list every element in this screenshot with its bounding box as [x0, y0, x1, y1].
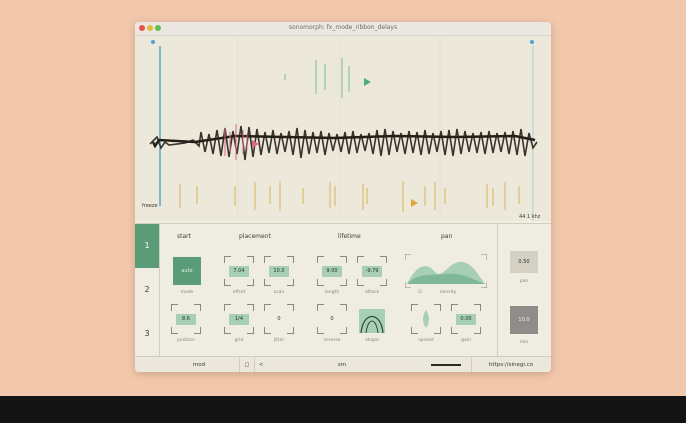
output-panel: 0.50 pan 10.0 mix: [497, 224, 551, 356]
start-marker-handle[interactable]: [151, 40, 155, 44]
scan-value: 10.0: [269, 266, 289, 277]
jitter-knob[interactable]: 0: [264, 304, 294, 334]
scroll-indicator[interactable]: [431, 357, 461, 372]
pan-label: pan: [519, 279, 529, 284]
offset-value: 7.04: [229, 266, 249, 277]
spread-knob[interactable]: [411, 304, 441, 334]
waveform-display[interactable]: freeze 44.1 khz: [135, 36, 551, 221]
attack-value: -9.79: [362, 266, 382, 277]
attack-knob[interactable]: -9.79: [357, 256, 387, 286]
layer-tabs: 1 2 3: [135, 224, 160, 356]
yellow-grain-markers: [179, 181, 520, 212]
preset-name[interactable]: sm: [267, 357, 417, 372]
density-label: density: [439, 290, 457, 295]
section-start: start: [177, 233, 191, 240]
section-lifetime: lifetime: [338, 233, 361, 240]
spread-graphic: [423, 310, 429, 328]
grid-label: grid: [234, 338, 244, 343]
tab-2[interactable]: 2: [135, 268, 159, 312]
jitter-value: 0: [277, 316, 281, 322]
sample-rate-label: 44.1 khz: [519, 214, 541, 220]
jitter-label: jitter: [273, 338, 285, 343]
controls-panel: 1 2 3 start placement lifetime pan auto …: [135, 223, 551, 356]
gain-value: 0.00: [456, 314, 476, 325]
tab-1[interactable]: 1: [135, 224, 159, 268]
position-label: position: [177, 338, 195, 343]
length-value: 9.00: [322, 266, 342, 277]
offset-knob[interactable]: 7.04: [224, 256, 254, 286]
length-label: length: [324, 290, 340, 295]
waveform-graphic: [149, 38, 538, 221]
video-bottom-bar: [0, 396, 686, 423]
shape-label: shape: [365, 338, 379, 343]
gain-label: gain: [461, 338, 471, 343]
pan-control[interactable]: 0.50: [510, 251, 538, 273]
plugin-window: sonomorph: fx_mode_ribbon_delays freeze …: [135, 22, 551, 372]
density-envelope-graphic: [404, 253, 488, 289]
grid-value: 1/4: [229, 314, 249, 325]
reverse-label: reverse: [323, 338, 341, 343]
yellow-playhead: [411, 199, 418, 207]
position-value: 8.6: [176, 314, 196, 325]
scan-knob[interactable]: 10.0: [264, 256, 294, 286]
spread-label: spread: [418, 338, 434, 343]
density-envelope[interactable]: [404, 253, 488, 289]
length-knob[interactable]: 9.00: [317, 256, 347, 286]
tab-3[interactable]: 3: [135, 312, 159, 356]
end-marker-handle[interactable]: [530, 40, 534, 44]
offset-label: offset: [232, 290, 246, 295]
green-grain-markers: [284, 58, 350, 98]
footer-bar: mod ◻ < sm https://sinegi.co: [135, 356, 551, 372]
mod-button[interactable]: mod: [159, 357, 239, 372]
mode-button[interactable]: auto: [173, 257, 201, 285]
grid-knob[interactable]: 1/4: [224, 304, 254, 334]
section-placement: placement: [239, 233, 271, 240]
website-link[interactable]: https://sinegi.co: [471, 357, 550, 372]
attack-label: attack: [364, 290, 380, 295]
title-bar: sonomorph: fx_mode_ribbon_delays: [135, 22, 551, 36]
toggle-button[interactable]: ◻: [239, 357, 255, 372]
prev-button[interactable]: <: [255, 357, 267, 372]
audio-waveform: [149, 125, 538, 161]
mode-label: mode: [180, 290, 194, 295]
position-knob[interactable]: 8.6: [171, 304, 201, 334]
mix-control[interactable]: 10.0: [510, 306, 538, 334]
scan-label: scan: [273, 290, 285, 295]
green-playhead: [364, 78, 371, 86]
section-pan: pan: [441, 233, 453, 240]
shape-selector[interactable]: [357, 305, 387, 335]
reverse-value: 0: [330, 316, 334, 322]
gain-knob[interactable]: 0.00: [451, 304, 481, 334]
shape-graphic: [359, 309, 385, 334]
freeze-label: freeze: [142, 203, 158, 209]
window-title: sonomorph: fx_mode_ribbon_delays: [288, 24, 398, 31]
reverse-knob[interactable]: 0: [317, 304, 347, 334]
scroll-indicator-graphic: [431, 364, 461, 366]
mix-label: mix: [519, 340, 529, 345]
